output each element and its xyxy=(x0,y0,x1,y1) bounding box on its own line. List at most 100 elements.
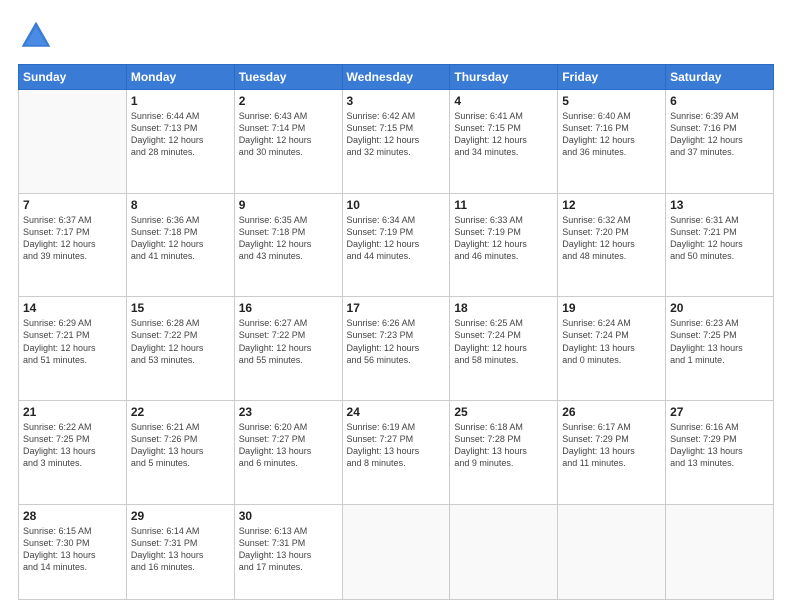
calendar-day-21: 21 Sunrise: 6:22 AM Sunset: 7:25 PM Dayli… xyxy=(19,400,127,504)
day-content: Sunrise: 6:42 AM Sunset: 7:15 PM Dayligh… xyxy=(347,110,446,159)
day-content: Sunrise: 6:22 AM Sunset: 7:25 PM Dayligh… xyxy=(23,421,122,470)
calendar-header-row: SundayMondayTuesdayWednesdayThursdayFrid… xyxy=(19,65,774,90)
empty-cell xyxy=(450,504,558,599)
day-number: 6 xyxy=(670,94,769,108)
day-number: 17 xyxy=(347,301,446,315)
day-number: 7 xyxy=(23,198,122,212)
day-content: Sunrise: 6:41 AM Sunset: 7:15 PM Dayligh… xyxy=(454,110,553,159)
day-number: 1 xyxy=(131,94,230,108)
calendar-day-7: 7 Sunrise: 6:37 AM Sunset: 7:17 PM Daylig… xyxy=(19,193,127,297)
day-content: Sunrise: 6:26 AM Sunset: 7:23 PM Dayligh… xyxy=(347,317,446,366)
calendar-day-4: 4 Sunrise: 6:41 AM Sunset: 7:15 PM Daylig… xyxy=(450,90,558,194)
day-number: 23 xyxy=(239,405,338,419)
calendar-day-16: 16Sunrise: 6:27 AM Sunset: 7:22 PM Dayli… xyxy=(234,297,342,401)
calendar-day-9: 9 Sunrise: 6:35 AM Sunset: 7:18 PM Daylig… xyxy=(234,193,342,297)
day-content: Sunrise: 6:28 AM Sunset: 7:22 PM Dayligh… xyxy=(131,317,230,366)
day-number: 14 xyxy=(23,301,122,315)
calendar-day-17: 17 Sunrise: 6:26 AM Sunset: 7:23 PM Dayli… xyxy=(342,297,450,401)
calendar-day-18: 18 Sunrise: 6:25 AM Sunset: 7:24 PM Dayli… xyxy=(450,297,558,401)
day-number: 19 xyxy=(562,301,661,315)
day-number: 27 xyxy=(670,405,769,419)
calendar-day-27: 27 Sunrise: 6:16 AM Sunset: 7:29 PM Dayli… xyxy=(666,400,774,504)
day-number: 28 xyxy=(23,509,122,523)
day-header-sunday: Sunday xyxy=(19,65,127,90)
day-content: Sunrise: 6:14 AM Sunset: 7:31 PM Dayligh… xyxy=(131,525,230,574)
calendar-day-26: 26 Sunrise: 6:17 AM Sunset: 7:29 PM Dayli… xyxy=(558,400,666,504)
calendar-day-24: 24Sunrise: 6:19 AM Sunset: 7:27 PM Dayli… xyxy=(342,400,450,504)
calendar-week-row: 14Sunrise: 6:29 AM Sunset: 7:21 PM Dayli… xyxy=(19,297,774,401)
day-number: 30 xyxy=(239,509,338,523)
logo-icon xyxy=(18,18,54,54)
calendar-day-1: 1 Sunrise: 6:44 AM Sunset: 7:13 PM Daylig… xyxy=(126,90,234,194)
day-number: 5 xyxy=(562,94,661,108)
day-number: 18 xyxy=(454,301,553,315)
calendar-day-14: 14Sunrise: 6:29 AM Sunset: 7:21 PM Dayli… xyxy=(19,297,127,401)
calendar-week-row: 7 Sunrise: 6:37 AM Sunset: 7:17 PM Daylig… xyxy=(19,193,774,297)
logo xyxy=(18,18,60,54)
calendar-day-10: 10Sunrise: 6:34 AM Sunset: 7:19 PM Dayli… xyxy=(342,193,450,297)
day-number: 22 xyxy=(131,405,230,419)
empty-cell xyxy=(19,90,127,194)
day-header-wednesday: Wednesday xyxy=(342,65,450,90)
day-number: 2 xyxy=(239,94,338,108)
calendar-day-23: 23 Sunrise: 6:20 AM Sunset: 7:27 PM Dayli… xyxy=(234,400,342,504)
calendar-day-8: 8 Sunrise: 6:36 AM Sunset: 7:18 PM Daylig… xyxy=(126,193,234,297)
day-content: Sunrise: 6:17 AM Sunset: 7:29 PM Dayligh… xyxy=(562,421,661,470)
calendar-day-2: 2 Sunrise: 6:43 AM Sunset: 7:14 PM Daylig… xyxy=(234,90,342,194)
calendar-day-3: 3 Sunrise: 6:42 AM Sunset: 7:15 PM Daylig… xyxy=(342,90,450,194)
calendar-day-25: 25 Sunrise: 6:18 AM Sunset: 7:28 PM Dayli… xyxy=(450,400,558,504)
calendar-day-11: 11 Sunrise: 6:33 AM Sunset: 7:19 PM Dayli… xyxy=(450,193,558,297)
day-content: Sunrise: 6:40 AM Sunset: 7:16 PM Dayligh… xyxy=(562,110,661,159)
day-number: 13 xyxy=(670,198,769,212)
calendar-day-13: 13Sunrise: 6:31 AM Sunset: 7:21 PM Dayli… xyxy=(666,193,774,297)
day-content: Sunrise: 6:27 AM Sunset: 7:22 PM Dayligh… xyxy=(239,317,338,366)
calendar-day-30: 30 Sunrise: 6:13 AM Sunset: 7:31 PM Dayli… xyxy=(234,504,342,599)
calendar-day-22: 22 Sunrise: 6:21 AM Sunset: 7:26 PM Dayli… xyxy=(126,400,234,504)
day-content: Sunrise: 6:33 AM Sunset: 7:19 PM Dayligh… xyxy=(454,214,553,263)
day-number: 11 xyxy=(454,198,553,212)
day-number: 25 xyxy=(454,405,553,419)
calendar-day-20: 20Sunrise: 6:23 AM Sunset: 7:25 PM Dayli… xyxy=(666,297,774,401)
day-content: Sunrise: 6:16 AM Sunset: 7:29 PM Dayligh… xyxy=(670,421,769,470)
day-content: Sunrise: 6:18 AM Sunset: 7:28 PM Dayligh… xyxy=(454,421,553,470)
calendar-table: SundayMondayTuesdayWednesdayThursdayFrid… xyxy=(18,64,774,600)
day-content: Sunrise: 6:15 AM Sunset: 7:30 PM Dayligh… xyxy=(23,525,122,574)
page: SundayMondayTuesdayWednesdayThursdayFrid… xyxy=(0,0,792,612)
day-content: Sunrise: 6:36 AM Sunset: 7:18 PM Dayligh… xyxy=(131,214,230,263)
day-header-friday: Friday xyxy=(558,65,666,90)
calendar-day-19: 19Sunrise: 6:24 AM Sunset: 7:24 PM Dayli… xyxy=(558,297,666,401)
day-content: Sunrise: 6:32 AM Sunset: 7:20 PM Dayligh… xyxy=(562,214,661,263)
day-content: Sunrise: 6:44 AM Sunset: 7:13 PM Dayligh… xyxy=(131,110,230,159)
header xyxy=(18,18,774,54)
day-content: Sunrise: 6:21 AM Sunset: 7:26 PM Dayligh… xyxy=(131,421,230,470)
calendar-day-29: 29 Sunrise: 6:14 AM Sunset: 7:31 PM Dayli… xyxy=(126,504,234,599)
empty-cell xyxy=(666,504,774,599)
calendar-day-6: 6 Sunrise: 6:39 AM Sunset: 7:16 PM Daylig… xyxy=(666,90,774,194)
day-number: 29 xyxy=(131,509,230,523)
day-number: 21 xyxy=(23,405,122,419)
calendar-day-15: 15Sunrise: 6:28 AM Sunset: 7:22 PM Dayli… xyxy=(126,297,234,401)
day-content: Sunrise: 6:35 AM Sunset: 7:18 PM Dayligh… xyxy=(239,214,338,263)
day-number: 4 xyxy=(454,94,553,108)
calendar-day-28: 28 Sunrise: 6:15 AM Sunset: 7:30 PM Dayli… xyxy=(19,504,127,599)
empty-cell xyxy=(558,504,666,599)
empty-cell xyxy=(342,504,450,599)
calendar-week-row: 28 Sunrise: 6:15 AM Sunset: 7:30 PM Dayli… xyxy=(19,504,774,599)
day-number: 9 xyxy=(239,198,338,212)
day-number: 26 xyxy=(562,405,661,419)
day-content: Sunrise: 6:25 AM Sunset: 7:24 PM Dayligh… xyxy=(454,317,553,366)
day-content: Sunrise: 6:20 AM Sunset: 7:27 PM Dayligh… xyxy=(239,421,338,470)
day-header-monday: Monday xyxy=(126,65,234,90)
calendar-week-row: 1 Sunrise: 6:44 AM Sunset: 7:13 PM Daylig… xyxy=(19,90,774,194)
day-header-tuesday: Tuesday xyxy=(234,65,342,90)
calendar-week-row: 21 Sunrise: 6:22 AM Sunset: 7:25 PM Dayli… xyxy=(19,400,774,504)
day-number: 12 xyxy=(562,198,661,212)
day-number: 8 xyxy=(131,198,230,212)
day-content: Sunrise: 6:37 AM Sunset: 7:17 PM Dayligh… xyxy=(23,214,122,263)
day-number: 3 xyxy=(347,94,446,108)
day-content: Sunrise: 6:43 AM Sunset: 7:14 PM Dayligh… xyxy=(239,110,338,159)
day-content: Sunrise: 6:19 AM Sunset: 7:27 PM Dayligh… xyxy=(347,421,446,470)
day-header-saturday: Saturday xyxy=(666,65,774,90)
day-content: Sunrise: 6:39 AM Sunset: 7:16 PM Dayligh… xyxy=(670,110,769,159)
day-content: Sunrise: 6:13 AM Sunset: 7:31 PM Dayligh… xyxy=(239,525,338,574)
